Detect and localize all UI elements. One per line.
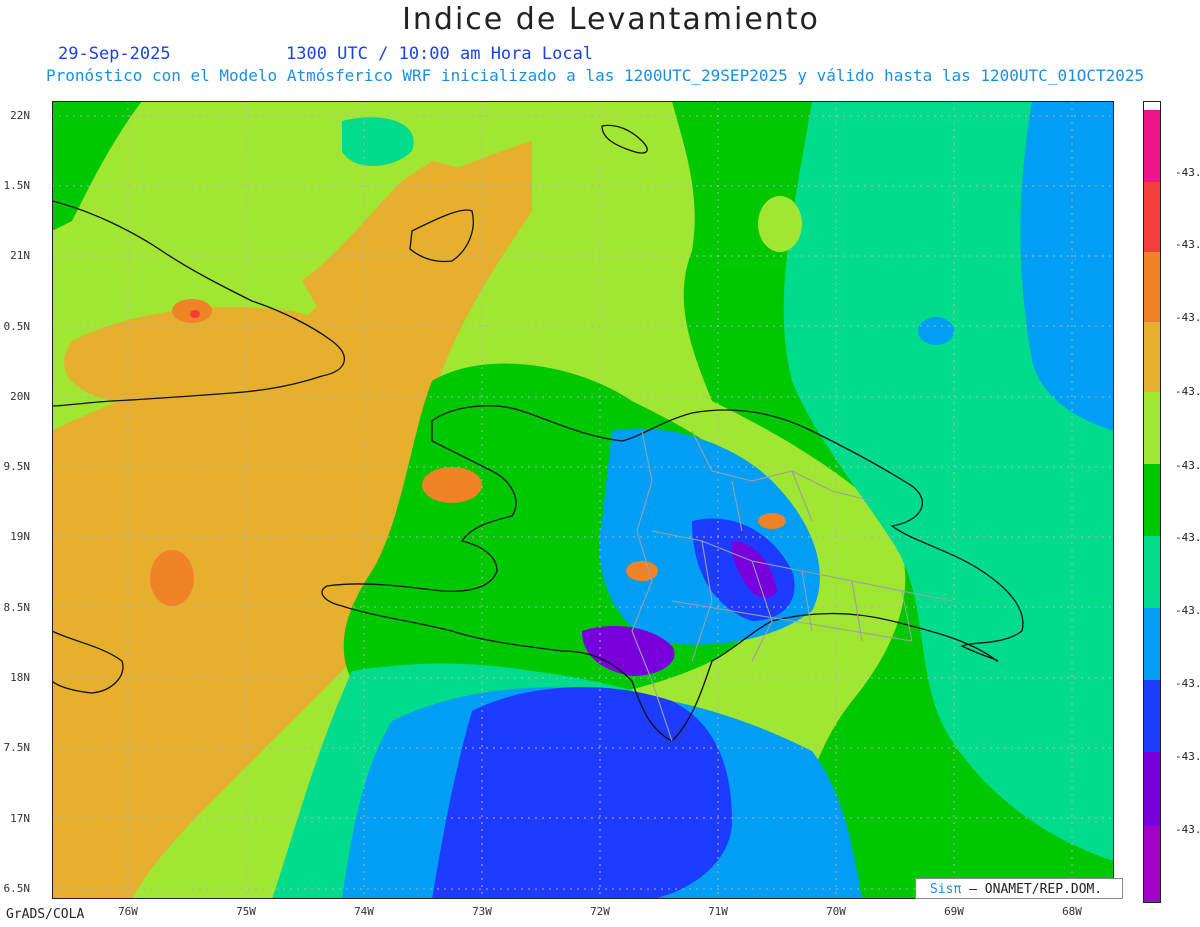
colorbar-segment [1144,322,1160,392]
forecast-subtitle: Pronóstico con el Modelo Atmósferico WRF… [46,66,1145,85]
x-label-71w: 71W [708,905,728,918]
x-label-72w: 72W [590,905,610,918]
colorbar-segment [1144,608,1160,680]
sis-brand: Sisπ [930,882,962,897]
y-label-16-5n: 6.5N [3,882,31,895]
x-label-74w: 74W [354,905,374,918]
lime-spot-east [758,196,802,252]
x-label-75w: 75W [236,905,256,918]
colorbar-label: -43.3 [1175,385,1200,398]
y-label-18n: 18N [10,671,30,684]
colorbar-segment [1144,536,1160,608]
x-label-73w: 73W [472,905,492,918]
colorbar-label: -43.5 [1175,750,1200,763]
map-title: Indice de Levantamiento [402,2,820,37]
colorbar-segment [1144,182,1160,252]
x-label-70w: 70W [826,905,846,918]
colorbar-label: -43.5 [1175,677,1200,690]
colorbar-segment [1144,680,1160,752]
x-label-68w: 68W [1062,905,1082,918]
colorbar [1143,101,1161,903]
y-label-17-5n: 7.5N [3,741,31,754]
x-label-69w: 69W [944,905,964,918]
colorbar-label: -43.4 [1175,531,1200,544]
colorbar-segment [1144,464,1160,536]
forecast-time: 1300 UTC / 10:00 am Hora Local [286,44,594,64]
onamet-stamp: Sisπ – ONAMET/REP.DOM. [915,878,1123,899]
lifted-index-map [52,101,1114,899]
orange-spot-1 [150,550,194,606]
colorbar-label: -43.3 [1175,459,1200,472]
orange-spot-5 [758,513,786,529]
forecast-date: 29-Sep-2025 [58,44,171,64]
colorbar-segment [1144,826,1160,902]
y-label-19n: 19N [10,530,30,543]
y-label-21-5n: 1.5N [3,179,31,192]
red-spot [190,310,200,318]
y-label-17n: 17N [10,812,30,825]
colorbar-segment [1144,392,1160,464]
colorbar-label: -43.2 [1175,238,1200,251]
colorbar-label: -43.4 [1175,604,1200,617]
y-label-19-5n: 9.5N [3,460,31,473]
colorbar-label: -43.2 [1175,311,1200,324]
blue-spot-east [918,317,954,345]
orange-spot-2 [422,467,482,503]
colorbar-segment [1144,110,1160,182]
y-label-18-5n: 8.5N [3,601,31,614]
orange-spot-4 [626,561,658,581]
colorbar-segment [1144,102,1160,110]
y-label-20n: 20N [10,390,30,403]
y-label-20-5n: 0.5N [3,320,31,333]
colorbar-label: -43.1 [1175,166,1200,179]
grads-credit: GrADS/COLA [6,907,85,922]
stamp-text: – ONAMET/REP.DOM. [961,882,1103,897]
blue-region-south [432,687,732,899]
y-label-21n: 21N [10,249,30,262]
x-label-76w: 76W [118,905,138,918]
y-label-22n: 22N [10,109,30,122]
map-canvas [52,101,1114,899]
colorbar-segment [1144,252,1160,322]
colorbar-label: -43.6 [1175,823,1200,836]
colorbar-segment [1144,752,1160,826]
